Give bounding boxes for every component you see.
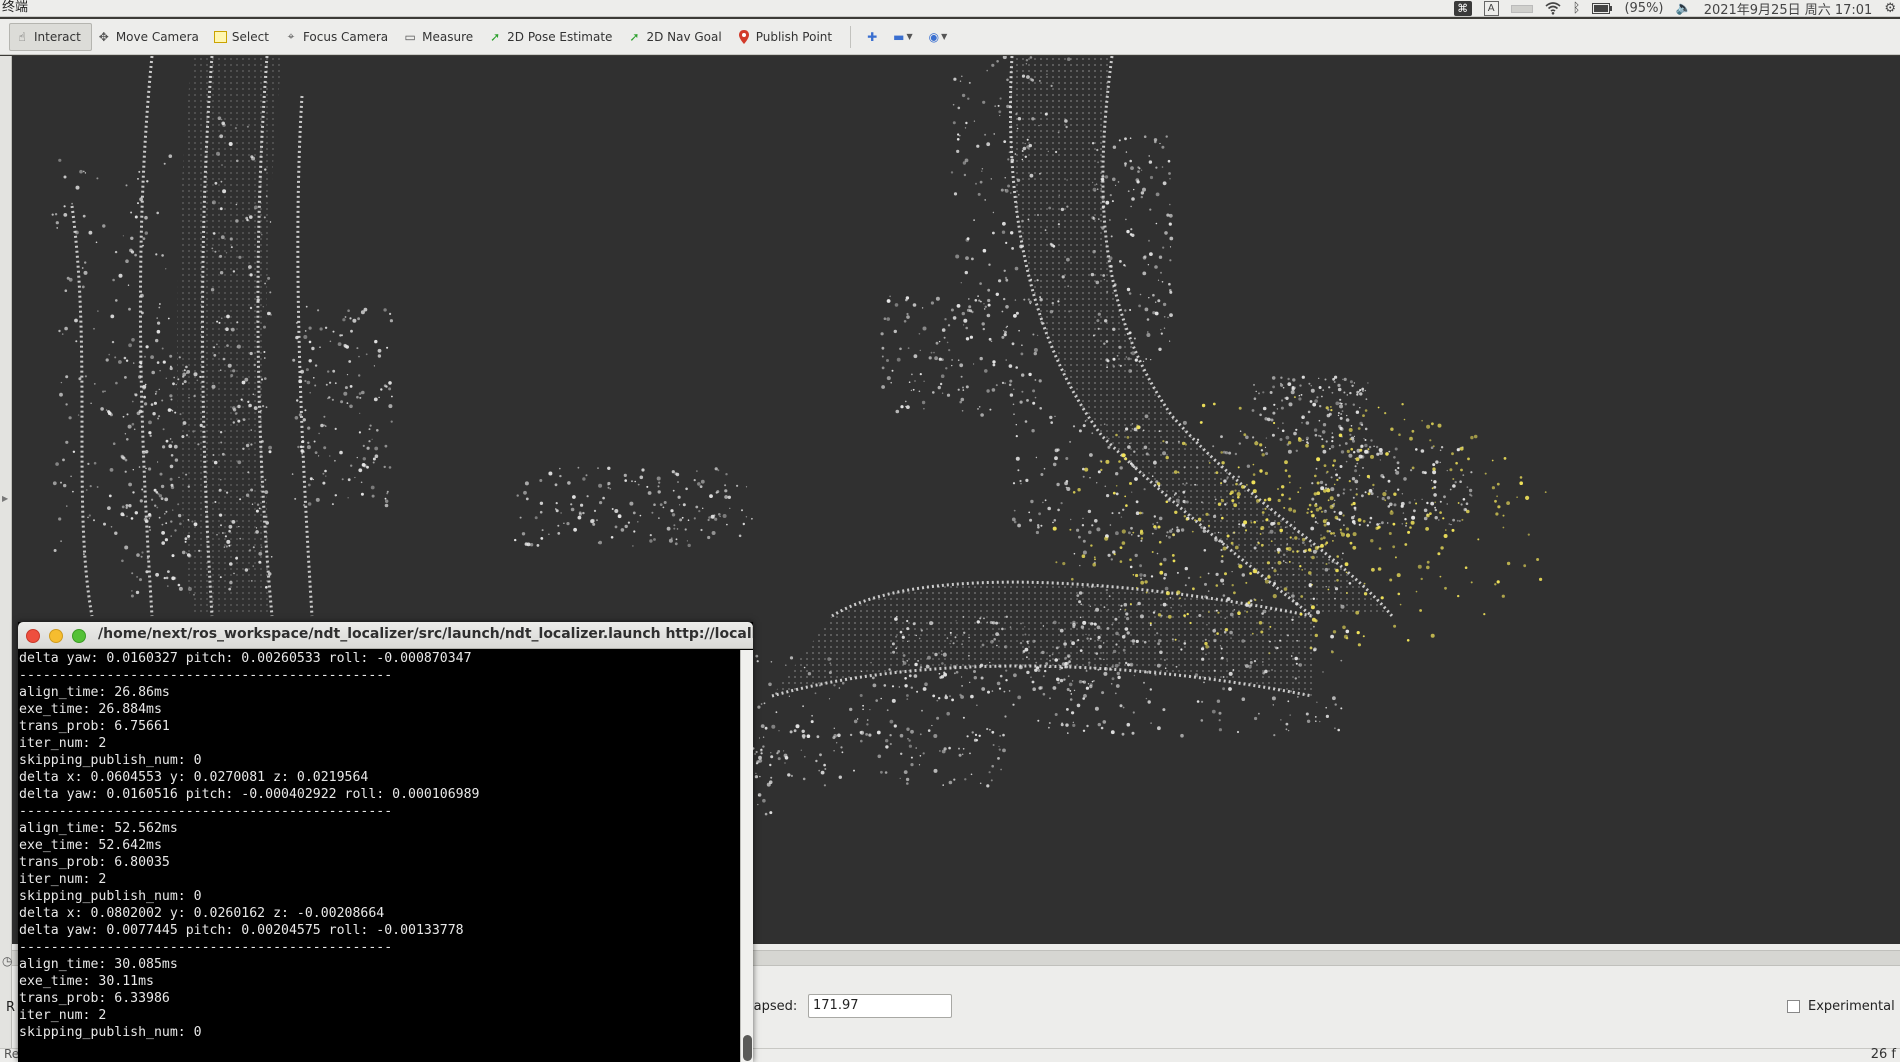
remove-tool-button[interactable]: ▬ ▼ <box>893 30 913 44</box>
terminal-titlebar[interactable]: /home/next/ros_workspace/ndt_localizer/s… <box>18 622 753 649</box>
terminal-title: /home/next/ros_workspace/ndt_localizer/s… <box>98 626 753 642</box>
battery-icon[interactable] <box>1592 1 1613 17</box>
chevron-down-icon: ▼ <box>906 32 913 41</box>
settings-icon[interactable]: ⚙ <box>1884 1 1896 17</box>
tool-focus-camera[interactable]: ⌖ Focus Camera <box>279 23 398 51</box>
minimize-window-button[interactable] <box>49 629 63 643</box>
expand-arrow-icon[interactable]: ▶ <box>2 494 8 503</box>
elapsed-label: lapsed: <box>750 999 798 1014</box>
tool-label: Publish Point <box>755 29 833 44</box>
rviz-toolbar: ☝ Interact ✥ Move Camera Select ⌖ Focus … <box>0 19 1900 55</box>
ros-time-label-fragment: R <box>6 1000 16 1015</box>
terminal-line: iter_num: 2 <box>19 736 107 751</box>
terminal-line: ----------------------------------------… <box>19 940 393 955</box>
minus-icon: ▬ <box>893 29 905 44</box>
nav-arrow-icon: ➚ <box>629 29 640 44</box>
terminal-line: ----------------------------------------… <box>19 668 393 683</box>
view-options-button[interactable]: ◉ ▼ <box>929 30 948 44</box>
tool-move-camera[interactable]: ✥ Move Camera <box>92 23 209 51</box>
tool-label: Interact <box>34 29 81 44</box>
terminal-line: exe_time: 30.11ms <box>19 974 154 989</box>
move-camera-icon: ✥ <box>98 29 109 44</box>
tool-measure[interactable]: ▭ Measure <box>398 23 483 51</box>
terminal-line: trans_prob: 6.33986 <box>19 991 170 1006</box>
bluetooth-icon[interactable]: ᛒ <box>1573 1 1581 17</box>
add-tool-button[interactable]: ✚ <box>867 30 877 44</box>
terminal-line: delta yaw: 0.0077445 pitch: 0.00204575 r… <box>19 923 464 938</box>
chevron-down-icon: ▼ <box>941 32 948 41</box>
scrollbar-thumb[interactable] <box>743 1035 752 1061</box>
tool-select[interactable]: Select <box>209 23 279 51</box>
tool-publish-point[interactable]: Publish Point <box>732 23 842 51</box>
terminal-line: delta x: 0.0802002 y: 0.0260162 z: -0.00… <box>19 906 385 921</box>
close-window-button[interactable] <box>26 629 40 643</box>
experimental-label: Experimental <box>1808 999 1895 1014</box>
plus-icon: ✚ <box>867 29 878 44</box>
tool-interact[interactable]: ☝ Interact <box>9 22 92 51</box>
tool-label: Focus Camera <box>302 29 389 44</box>
terminal-line: delta yaw: 0.0160516 pitch: -0.000402922… <box>19 787 480 802</box>
elapsed-field[interactable]: 171.97 <box>808 994 952 1018</box>
clock-icon: ◷ <box>2 954 13 968</box>
desktop: 终端 ⌘ A ᛒ (95%) 🔈 2021年9月25日 周六 17:01 ⚙ ☝… <box>0 0 1900 1062</box>
collapsed-side-panel[interactable]: ▶ <box>0 56 12 1062</box>
terminal-line: align_time: 30.085ms <box>19 957 178 972</box>
focus-camera-icon: ⌖ <box>287 29 295 43</box>
terminal-scrollbar[interactable] <box>740 650 753 1062</box>
tool-label: Measure <box>422 29 474 44</box>
tool-label: 2D Nav Goal <box>646 29 722 44</box>
wifi-icon[interactable] <box>1545 1 1561 17</box>
system-tray: ⌘ A ᛒ (95%) 🔈 2021年9月25日 周六 17:01 ⚙ <box>1453 0 1896 18</box>
map-pin-icon <box>737 29 751 44</box>
keyboard-icon[interactable]: ⌘ <box>1453 1 1472 16</box>
tool-2d-nav-goal[interactable]: ➚ 2D Nav Goal <box>622 23 731 51</box>
tool-label: Select <box>231 29 269 44</box>
hand-icon: ☝ <box>18 29 26 44</box>
terminal-window[interactable]: /home/next/ros_workspace/ndt_localizer/s… <box>18 622 753 1062</box>
maximize-window-button[interactable] <box>72 629 86 643</box>
terminal-line: skipping_publish_num: 0 <box>19 1025 202 1040</box>
volume-icon[interactable]: 🔈 <box>1676 1 1692 17</box>
terminal-output[interactable]: delta yaw: 0.0160327 pitch: 0.00260533 r… <box>18 650 740 1062</box>
pose-arrow-icon: ➚ <box>490 29 501 44</box>
fps-readout: 26 f <box>1870 1047 1896 1062</box>
ruler-icon: ▭ <box>404 29 416 44</box>
terminal-line: exe_time: 52.642ms <box>19 838 162 853</box>
terminal-line: skipping_publish_num: 0 <box>19 889 202 904</box>
terminal-line: skipping_publish_num: 0 <box>19 753 202 768</box>
tool-2d-pose-estimate[interactable]: ➚ 2D Pose Estimate <box>483 23 622 51</box>
terminal-line: align_time: 52.562ms <box>19 821 178 836</box>
terminal-line: exe_time: 26.884ms <box>19 702 162 717</box>
input-method-icon[interactable]: A <box>1483 1 1499 16</box>
tool-label: 2D Pose Estimate <box>507 29 613 44</box>
eye-icon: ◉ <box>928 29 940 44</box>
status-text: Re <box>4 1047 20 1061</box>
experimental-checkbox[interactable] <box>1787 1000 1800 1013</box>
toolbar-divider <box>850 25 852 48</box>
terminal-line: trans_prob: 6.75661 <box>19 719 170 734</box>
terminal-line: iter_num: 2 <box>19 872 107 887</box>
battery-percent: (95%) <box>1624 1 1664 16</box>
clock-datetime[interactable]: 2021年9月25日 周六 17:01 <box>1704 0 1873 18</box>
select-box-icon <box>213 30 227 43</box>
terminal-line: align_time: 26.86ms <box>19 685 170 700</box>
tool-label: Move Camera <box>115 29 199 44</box>
terminal-line: trans_prob: 6.80035 <box>19 855 170 870</box>
indicator-bar-icon[interactable] <box>1510 4 1533 13</box>
terminal-line: delta yaw: 0.0160327 pitch: 0.00260533 r… <box>19 651 472 666</box>
terminal-line: iter_num: 2 <box>19 1008 107 1023</box>
terminal-line: ----------------------------------------… <box>19 804 393 819</box>
active-app-title: 终端 <box>2 0 29 15</box>
terminal-line: delta x: 0.0604553 y: 0.0270081 z: 0.021… <box>19 770 369 785</box>
system-top-bar: 终端 ⌘ A ᛒ (95%) 🔈 2021年9月25日 周六 17:01 ⚙ <box>0 0 1900 18</box>
